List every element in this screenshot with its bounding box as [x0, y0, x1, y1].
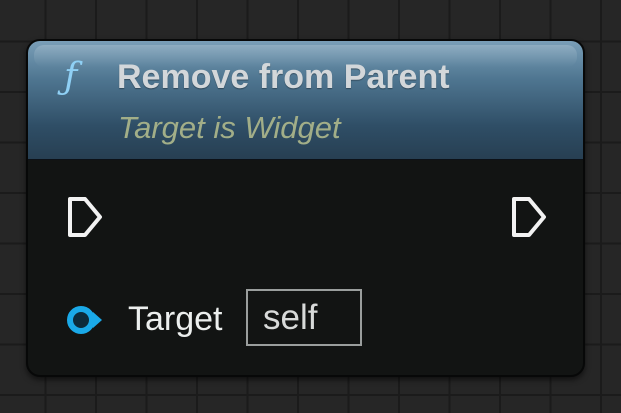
exec-output-pin-icon[interactable]: [509, 194, 549, 240]
function-icon: ƒ: [64, 56, 78, 97]
node-subtitle: Target is Widget: [118, 110, 341, 145]
node-header[interactable]: ƒ Remove from Parent Target is Widget: [28, 41, 583, 160]
exec-input-pin-icon[interactable]: [65, 194, 105, 240]
target-pin-label: Target: [128, 300, 223, 338]
target-default-value-field[interactable]: self: [246, 289, 362, 346]
blueprint-function-node[interactable]: ƒ Remove from Parent Target is Widget Ta…: [26, 39, 585, 377]
object-pin-icon[interactable]: [66, 305, 114, 335]
node-title: Remove from Parent: [117, 58, 450, 96]
